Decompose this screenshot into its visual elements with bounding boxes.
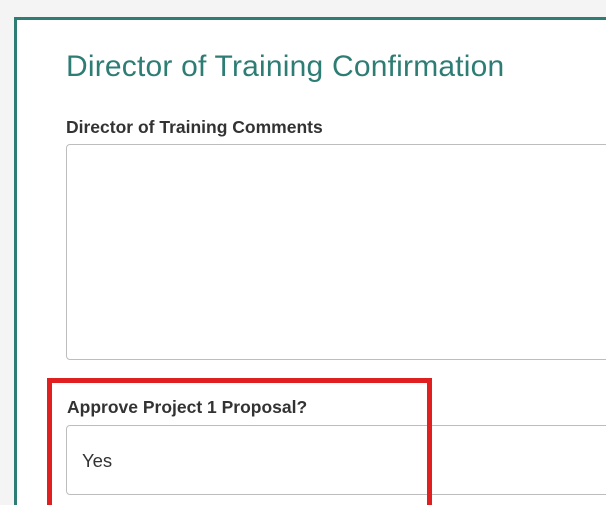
comments-label: Director of Training Comments <box>66 117 323 137</box>
approve-proposal-selected-value: Yes <box>82 450 113 471</box>
approve-proposal-select[interactable]: Yes <box>66 425 606 495</box>
approve-proposal-label: Approve Project 1 Proposal? <box>67 397 308 417</box>
comments-textarea[interactable] <box>66 144 606 360</box>
page: Director of Training Confirmation Direct… <box>0 0 606 505</box>
section-title: Director of Training Confirmation <box>66 50 505 83</box>
